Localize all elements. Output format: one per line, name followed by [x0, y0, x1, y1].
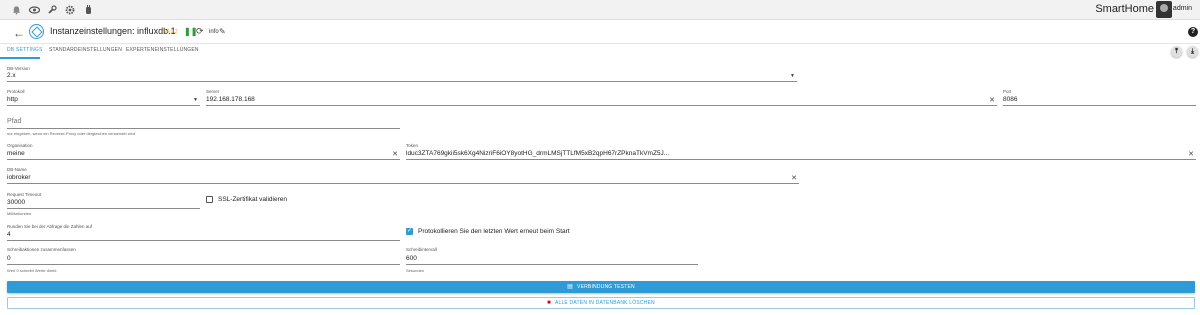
- path-input[interactable]: Pfad: [7, 117, 400, 129]
- reload-icon[interactable]: ⟳: [196, 26, 204, 37]
- upload-icon[interactable]: ⤒: [1171, 46, 1182, 57]
- delete-all-data-button[interactable]: ■ ALLE DATEN IN DATENBANK LÖSCHEN: [7, 297, 1195, 309]
- server-input[interactable]: 192.168.178.168 ✕: [206, 95, 997, 106]
- organization-label: Organisation: [7, 143, 33, 148]
- help-icon[interactable]: ?: [1188, 27, 1198, 37]
- delete-all-data-label: ALLE DATEN IN DATENBANK LÖSCHEN: [554, 300, 655, 306]
- db-name-value: iobroker: [7, 174, 31, 181]
- protocol-label: Protokoll: [7, 89, 25, 94]
- request-timeout-input[interactable]: 30000: [7, 198, 200, 209]
- back-arrow-icon[interactable]: ←: [13, 26, 25, 40]
- db-version-select[interactable]: 2.x ▼: [7, 71, 797, 82]
- server-label: Server: [206, 89, 220, 94]
- clear-icon[interactable]: ✕: [1188, 150, 1194, 158]
- bell-icon[interactable]: [10, 4, 22, 16]
- token-label: Token: [406, 143, 419, 148]
- organization-value: meine: [7, 150, 25, 157]
- batch-input[interactable]: 0: [7, 254, 400, 265]
- write-interval-label: Schreibintervall: [406, 247, 437, 252]
- ssl-verify-label[interactable]: SSL-Zertifikat validieren: [218, 196, 287, 203]
- avatar[interactable]: [1156, 1, 1172, 18]
- write-interval-value: 600: [406, 255, 417, 262]
- ssl-verify-checkbox[interactable]: [206, 196, 213, 203]
- tab-db-settings[interactable]: DB SETTINGS: [7, 47, 43, 53]
- log-level[interactable]: info: [209, 29, 219, 35]
- db-name-label: DB-Name: [7, 167, 27, 172]
- page-title: Instanzeinstellungen: influxdb.1: [50, 26, 176, 36]
- organization-input[interactable]: meine ✕: [7, 149, 400, 160]
- round-label: Runden Sie bei der Abfrage die Zahlen au…: [7, 224, 93, 229]
- test-connection-label: VERBINDUNG TESTEN: [577, 284, 635, 290]
- dropdown-arrow-icon: ▼: [193, 97, 198, 103]
- database-check-icon: ▤: [567, 284, 574, 290]
- path-hint: nur eingeben, wenn ein Reverse-Proxy ode…: [7, 131, 136, 136]
- db-version-value: 2.x: [7, 72, 16, 79]
- edit-icon[interactable]: ✎: [219, 27, 226, 36]
- request-timeout-value: 30000: [7, 199, 26, 206]
- protocol-select[interactable]: http ▼: [7, 95, 200, 106]
- clear-icon[interactable]: ✕: [392, 150, 398, 158]
- request-timeout-label: Request Timeout: [7, 192, 42, 197]
- active-tab-indicator: [0, 57, 40, 59]
- token-input[interactable]: lduc3ZTA769gkii5sk6Xg4NizriF6iOY8yotHG_d…: [406, 149, 1196, 160]
- settings-tabs: DB SETTINGS STANDARDEINSTELLUNGEN EXPERT…: [0, 44, 1200, 59]
- port-input[interactable]: 8086: [1003, 95, 1196, 106]
- request-timeout-hint: Millisekunden: [7, 211, 32, 216]
- db-name-input[interactable]: iobroker ✕: [7, 173, 799, 184]
- port-value: 8086: [1003, 96, 1018, 103]
- path-placeholder: Pfad: [7, 118, 22, 125]
- round-value: 4: [7, 231, 11, 238]
- instance-header: ← Instanzeinstellungen: influxdb.1 v4.0.…: [0, 21, 1200, 44]
- round-input[interactable]: 4: [7, 230, 400, 241]
- eye-icon[interactable]: [28, 4, 40, 16]
- clear-icon[interactable]: ✕: [791, 174, 797, 182]
- log-last-value-checkbox[interactable]: [406, 227, 413, 235]
- protocol-value: http: [7, 96, 18, 103]
- gear-icon[interactable]: [64, 4, 76, 16]
- token-value: lduc3ZTA769gkii5sk6Xg4NizriF6iOY8yotHG_d…: [406, 150, 670, 157]
- batch-hint: Wert 0 schreibt Werte direkt: [7, 268, 57, 273]
- brand-name: SmartHome: [1095, 3, 1154, 15]
- test-connection-button[interactable]: ▤ VERBINDUNG TESTEN: [7, 281, 1195, 293]
- log-last-value-label[interactable]: Protokollieren Sie den letzten Wert erne…: [418, 228, 570, 235]
- dropdown-arrow-icon: ▼: [790, 73, 795, 79]
- tab-standard-settings[interactable]: STANDARDEINSTELLUNGEN: [49, 47, 122, 53]
- write-interval-hint: Sekunden: [406, 268, 425, 273]
- trash-icon: ■: [547, 300, 551, 306]
- wrench-icon[interactable]: [46, 4, 58, 16]
- version-badge: v4.0.2: [164, 29, 178, 35]
- tab-expert-settings[interactable]: EXPERTENEINSTELLUNGEN: [126, 47, 199, 53]
- user-name[interactable]: admin: [1173, 5, 1192, 12]
- top-bar: SmartHome admin: [0, 0, 1200, 20]
- port-label: Port: [1003, 89, 1012, 94]
- influxdb-logo-icon: [29, 24, 44, 39]
- download-icon[interactable]: ⤓: [1187, 46, 1198, 57]
- batch-value: 0: [7, 255, 11, 262]
- write-interval-input[interactable]: 600: [406, 254, 698, 265]
- server-value: 192.168.178.168: [206, 96, 255, 103]
- batch-label: Schreibaktionen zusammenfassen: [7, 247, 76, 252]
- clear-icon[interactable]: ✕: [989, 96, 995, 104]
- hand-icon[interactable]: [82, 4, 94, 16]
